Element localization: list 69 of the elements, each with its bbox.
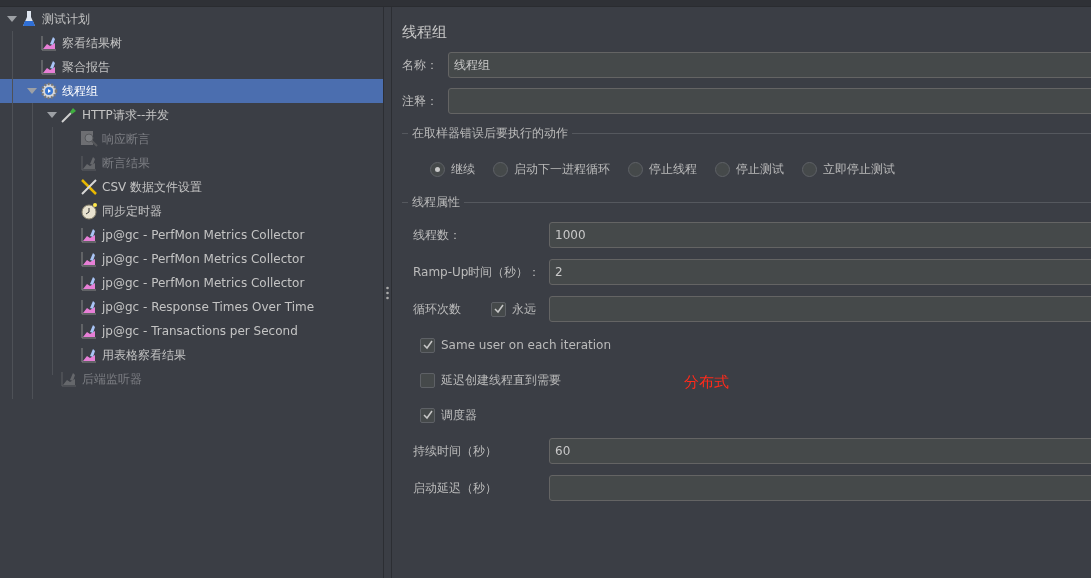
tree-item[interactable]: jp@gc - PerfMon Metrics Collector xyxy=(0,223,383,247)
checkbox-label: 调度器 xyxy=(441,406,477,424)
splitter-handle[interactable] xyxy=(383,7,392,578)
field-label: 名称： xyxy=(402,56,439,74)
section-legend: 线程属性 xyxy=(412,193,460,211)
radio-button[interactable] xyxy=(715,161,730,177)
checkbox-label: 延迟创建线程直到需要 xyxy=(441,371,561,389)
graph-icon xyxy=(81,251,97,267)
radio-option[interactable]: 继续 xyxy=(430,160,475,178)
input-field[interactable]: 2 xyxy=(549,259,1091,285)
collapse-arrow-icon[interactable] xyxy=(27,88,37,94)
collapse-arrow-icon[interactable] xyxy=(7,16,17,22)
tree-item[interactable]: 聚合报告 xyxy=(0,55,383,79)
panel-title: 线程组 xyxy=(402,23,448,42)
checkbox[interactable] xyxy=(491,301,506,317)
checkbox[interactable] xyxy=(420,407,435,423)
tree-item[interactable]: jp@gc - Response Times Over Time xyxy=(0,295,383,319)
checkbox[interactable] xyxy=(420,372,435,388)
tree-item[interactable]: CSV 数据文件设置 xyxy=(0,175,383,199)
radio-button[interactable] xyxy=(628,161,643,177)
graph-icon xyxy=(41,35,57,51)
field-label: 持续时间（秒） xyxy=(413,442,498,460)
input-field[interactable]: 1000 xyxy=(549,222,1091,248)
input-field[interactable]: 60 xyxy=(549,438,1091,464)
radio-option[interactable]: 停止测试 xyxy=(715,160,784,178)
magnifier-icon xyxy=(80,130,98,148)
tree-item[interactable]: jp@gc - PerfMon Metrics Collector xyxy=(0,247,383,271)
graph-icon xyxy=(61,371,77,387)
field-label: 线程数： xyxy=(413,226,462,244)
tree-item[interactable]: 察看结果树 xyxy=(0,31,383,55)
tree-item[interactable]: 线程组 xyxy=(0,79,383,103)
field-label: 注释： xyxy=(402,92,439,110)
radio-option[interactable]: 停止线程 xyxy=(628,160,697,178)
tree-item[interactable]: 同步定时器 xyxy=(0,199,383,223)
dropper-icon xyxy=(60,106,78,124)
annotation-text: 分布式 xyxy=(684,372,729,392)
comment-field[interactable] xyxy=(448,88,1091,114)
graph-icon xyxy=(81,323,97,339)
graph-icon xyxy=(81,347,97,363)
input-field[interactable] xyxy=(549,475,1091,501)
field-label: 循环次数 xyxy=(413,300,462,318)
tree-item[interactable]: HTTP请求--并发 xyxy=(0,103,383,127)
gear-icon xyxy=(40,82,58,100)
flask-icon xyxy=(22,10,36,28)
field-label: Ramp-Up时间（秒）： xyxy=(413,263,542,281)
checkbox-label: Same user on each iteration xyxy=(441,338,612,352)
radio-button[interactable] xyxy=(430,161,445,177)
graph-icon xyxy=(41,59,57,75)
radio-option[interactable]: 立即停止测试 xyxy=(802,160,895,178)
name-field[interactable]: 线程组 xyxy=(448,52,1091,78)
tree-item[interactable]: 用表格察看结果 xyxy=(0,343,383,367)
section-legend: 在取样器错误后要执行的动作 xyxy=(412,124,568,142)
field-label: 启动延迟（秒） xyxy=(413,479,498,497)
wrench-icon xyxy=(80,178,98,196)
graph-icon xyxy=(81,155,97,171)
checkbox-label: 永远 xyxy=(512,300,536,318)
checkbox[interactable] xyxy=(420,337,435,353)
radio-button[interactable] xyxy=(493,161,508,177)
graph-icon xyxy=(81,227,97,243)
clock-icon xyxy=(80,202,98,220)
tree-item[interactable]: 测试计划 xyxy=(0,7,383,31)
graph-icon xyxy=(81,299,97,315)
graph-icon xyxy=(81,275,97,291)
tree-item[interactable]: jp@gc - Transactions per Second xyxy=(0,319,383,343)
radio-button[interactable] xyxy=(802,161,817,177)
tree-item[interactable]: jp@gc - PerfMon Metrics Collector xyxy=(0,271,383,295)
radio-option[interactable]: 启动下一进程循环 xyxy=(493,160,610,178)
input-field[interactable] xyxy=(549,296,1091,322)
collapse-arrow-icon[interactable] xyxy=(47,112,57,118)
